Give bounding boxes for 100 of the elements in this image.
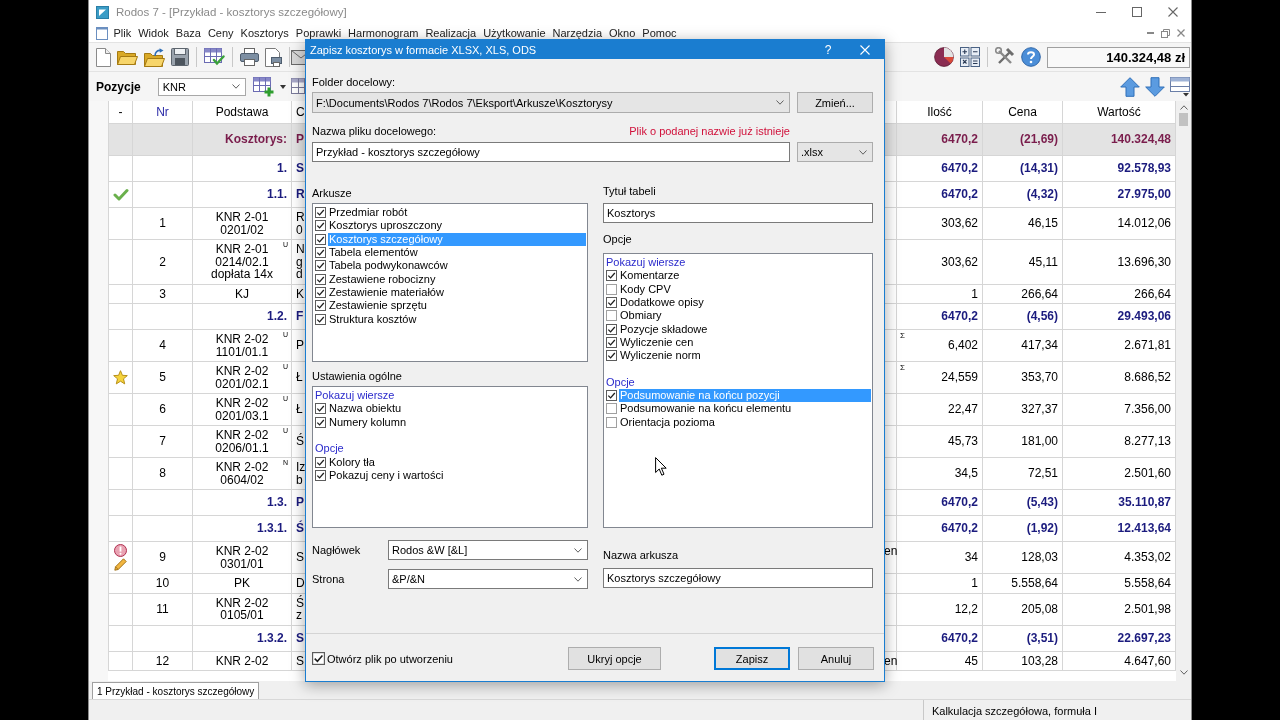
file-name-field[interactable]: Przykład - kosztorys szczegółowy [312,142,790,162]
checkbox[interactable] [606,323,617,335]
checkbox[interactable] [315,260,326,272]
list-item[interactable]: Struktura kosztów [328,312,418,326]
checkbox[interactable] [606,283,617,295]
table-title-field[interactable]: Kosztorys [603,203,873,223]
checkbox[interactable] [606,416,617,428]
minimize-icon[interactable] [1096,11,1106,13]
format-dropdown[interactable]: .xlsx [797,142,873,162]
checkbox[interactable] [315,220,326,232]
list-item[interactable]: Nazwa obiektu [328,402,403,416]
caret-icon[interactable] [279,84,286,89]
scrollbar-thumb[interactable] [1179,113,1188,126]
page-combo[interactable]: &P/&N [388,569,588,589]
checkbox[interactable] [315,233,326,245]
list-item[interactable]: Wyliczenie norm [619,349,702,363]
catalog-combo[interactable]: KNR [157,77,246,96]
list-item[interactable]: Przedmiar robót [328,206,409,220]
scrollbar[interactable] [1176,101,1191,681]
checkbox[interactable] [315,456,326,468]
folder-dropdown[interactable]: F:\Documents\Rodos 7\Rodos 7\Eksport\Arkusze\Kosztorysy [312,92,790,113]
checkbox[interactable] [606,310,617,322]
close-icon[interactable] [1168,7,1178,17]
arrow-down-icon[interactable] [1145,76,1165,97]
list-item[interactable]: Tabela elementów [328,246,419,260]
calculator-icon[interactable] [960,47,980,67]
sheet-name-field[interactable]: Kosztorys szczegółowy [603,568,873,588]
list-item[interactable]: Pokazuj ceny i wartości [328,468,445,482]
list-item[interactable]: Obmiary [619,309,663,323]
checkbox[interactable] [315,273,326,285]
menu-item[interactable]: Baza [172,27,205,39]
menu-item[interactable]: Realizacja [421,27,480,39]
list-item[interactable]: Zestawiene robocizny [328,272,437,286]
checkbox[interactable] [606,336,617,348]
open-folder-icon[interactable] [117,49,138,65]
list-item[interactable]: Podsumowanie na końcu elementu [619,402,793,416]
checkbox[interactable] [315,313,326,325]
checkbox[interactable] [606,403,617,415]
checkbox[interactable] [606,390,617,402]
list-item[interactable]: Komentarze [619,269,681,283]
list-item[interactable]: Zestawienie sprzętu [328,299,428,313]
list-item[interactable]: Kolory tła [328,455,376,469]
menu-item[interactable]: Harmonogram [344,27,422,39]
checkbox[interactable] [315,469,326,481]
menu-item[interactable]: Widok [134,27,173,39]
checkbox[interactable] [606,350,617,362]
printer-icon[interactable] [240,48,259,66]
list-item[interactable]: Numery kolumn [328,415,408,429]
checkbox[interactable] [315,416,326,428]
folder-arrow-icon[interactable] [144,47,165,67]
scroll-down-icon[interactable] [1179,670,1188,675]
checkbox[interactable] [315,247,326,259]
checkbox[interactable] [606,297,617,309]
list-item[interactable]: Pozycje składowe [619,322,709,336]
maximize-icon[interactable] [1132,7,1142,17]
header-combo[interactable]: Rodos &W [&L] [388,540,588,560]
print-preview-icon[interactable] [265,47,282,67]
checkbox[interactable] [315,207,326,219]
pie-chart-icon[interactable] [934,47,954,67]
checkbox[interactable] [312,652,325,665]
checkbox-label[interactable]: Otwórz plik po utworzeniu [327,652,453,665]
checkbox[interactable] [315,286,326,298]
column-header[interactable]: Cena [1008,105,1037,119]
list-item[interactable]: Orientacja pozioma [619,415,716,429]
help-button[interactable]: ? [823,42,833,57]
arrow-up-icon[interactable] [1120,76,1140,97]
table-add-icon[interactable] [252,76,275,97]
menu-item[interactable]: Plik [110,27,135,39]
menu-item[interactable]: Kosztorys [237,27,293,39]
menu-item[interactable]: Ceny [204,27,238,39]
change-button[interactable]: Zmień... [797,92,873,113]
list-item[interactable]: Kody CPV [619,282,672,296]
window-icon[interactable] [96,26,108,40]
column-header[interactable]: Wartość [1097,105,1141,119]
menu-item[interactable]: Poprawki [292,27,345,39]
close-icon[interactable] [1177,29,1185,37]
checkbox[interactable] [606,270,617,282]
column-header[interactable]: - [118,105,123,119]
column-header[interactable]: C [296,105,305,119]
document-tab[interactable]: 1 Przykład - kosztorys szczegółowy [92,682,260,699]
list-item[interactable]: Kosztorys uproszczony [328,219,444,233]
list-item[interactable]: Wyliczenie cen [619,335,695,349]
list-item[interactable]: Dodatkowe opisy [619,296,705,310]
menu-item[interactable]: Narzędzia [549,27,606,39]
restore-icon[interactable] [1161,28,1170,38]
table-options-icon[interactable] [1170,76,1190,97]
column-header[interactable]: Nr [156,105,169,119]
column-header[interactable]: Ilość [927,105,952,119]
dialog-button[interactable]: Ukryj opcje [568,647,661,670]
dialog-button[interactable]: Zapisz [714,647,790,670]
table-check-icon[interactable] [204,48,225,66]
list-item[interactable]: Zestawienie materiałów [328,285,445,299]
list-item[interactable]: Tabela podwykonawców [328,259,449,273]
menu-item[interactable]: Użytkowanie [479,27,550,39]
scroll-up-icon[interactable] [1179,105,1188,110]
help-icon[interactable] [1021,47,1041,67]
menu-item[interactable]: Okno [605,27,639,39]
menu-item[interactable]: Pomoc [638,27,681,39]
checkbox[interactable] [315,300,326,312]
new-document-icon[interactable] [96,47,111,67]
